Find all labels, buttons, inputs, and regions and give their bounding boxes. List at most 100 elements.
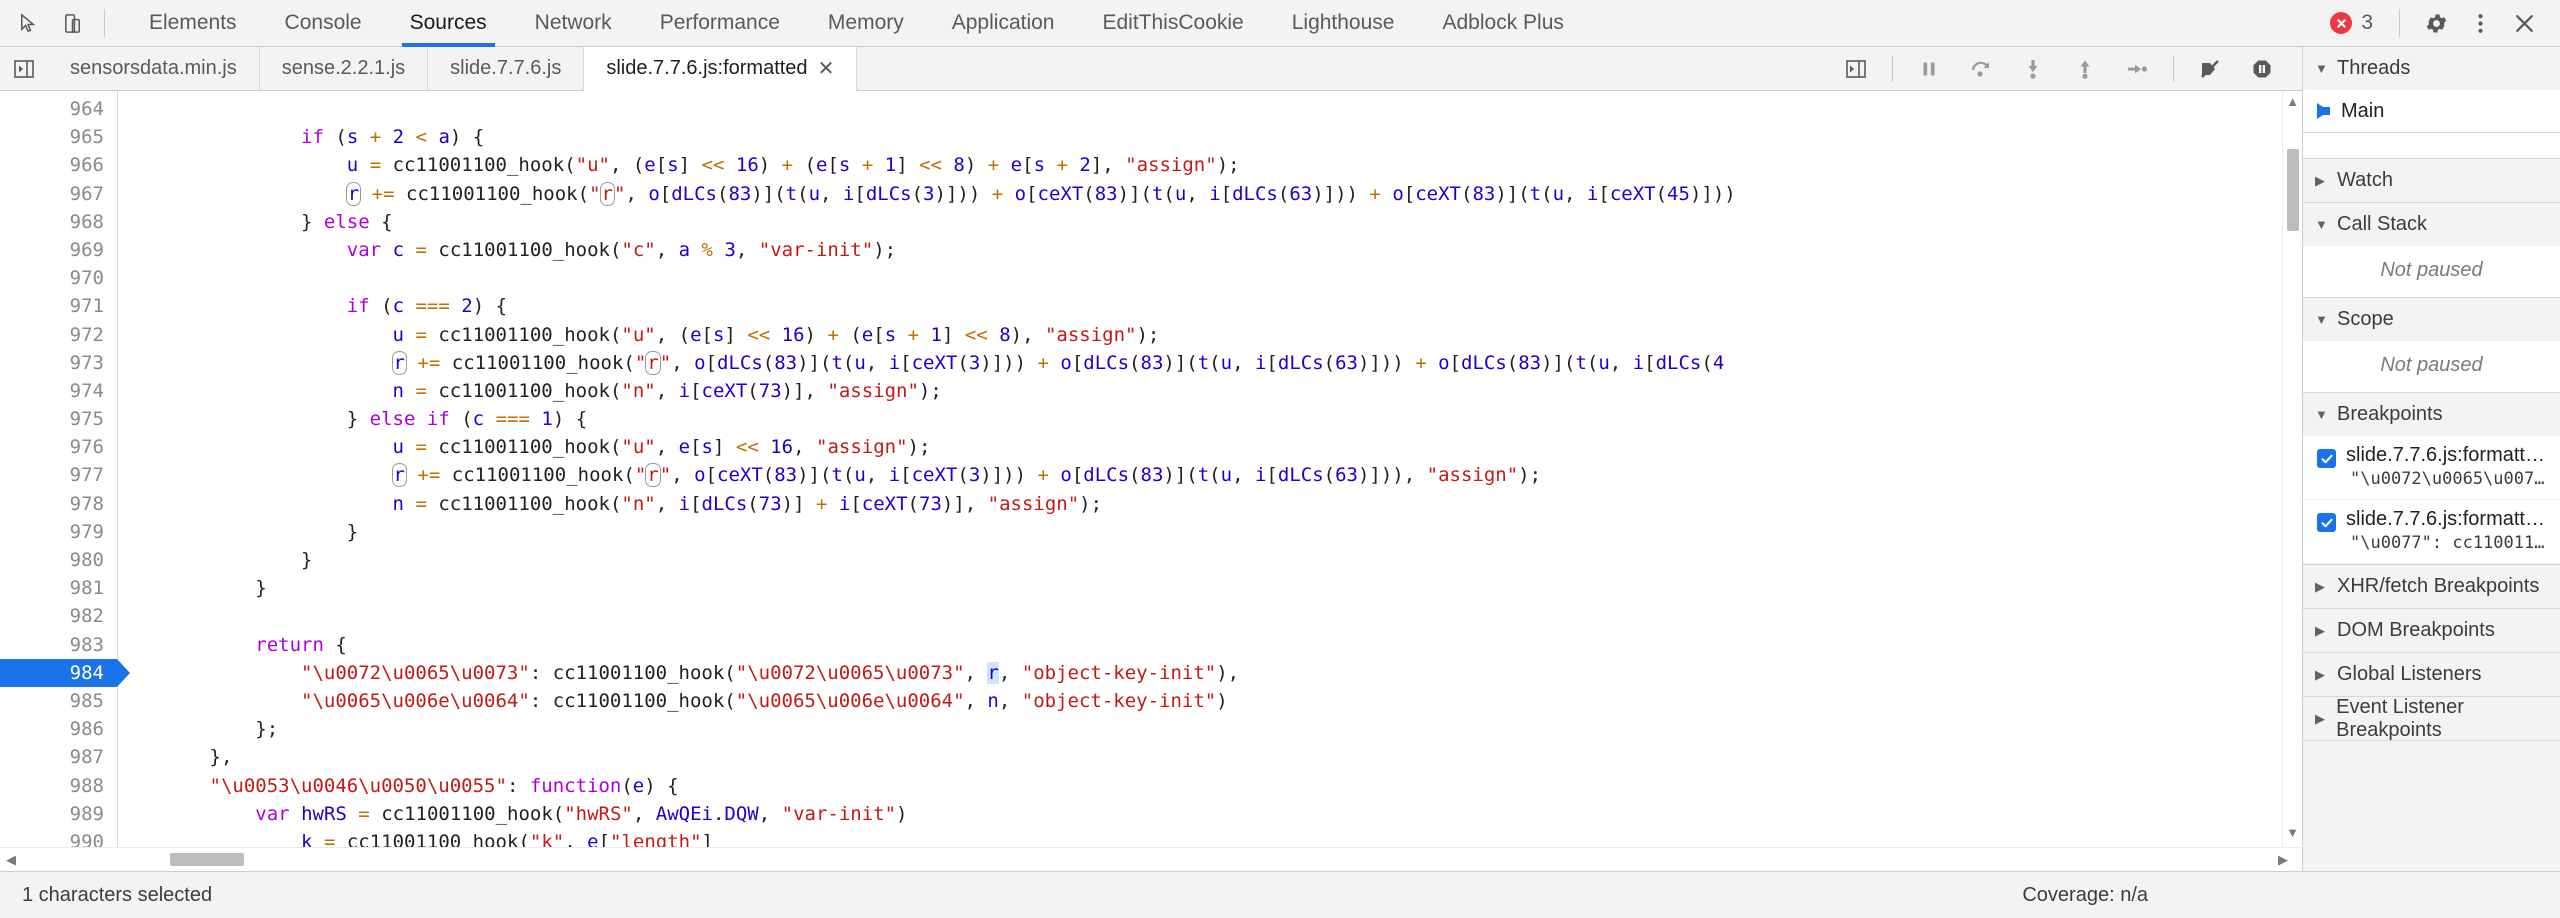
line-number[interactable]: 971 — [0, 292, 117, 320]
scroll-right-icon[interactable]: ▶ — [2272, 852, 2294, 868]
inspect-cursor-icon[interactable] — [6, 1, 50, 45]
line-number[interactable]: 976 — [0, 433, 117, 461]
coverage-status[interactable]: Coverage: n/a — [2022, 884, 2538, 907]
tab-performance[interactable]: Performance — [636, 0, 804, 47]
scroll-down-icon[interactable]: ▼ — [2286, 822, 2299, 843]
show-navigator-icon[interactable] — [0, 47, 48, 91]
file-tab-slide-formatted[interactable]: slide.7.7.6.js:formatted ✕ — [584, 46, 858, 91]
code-line[interactable] — [118, 95, 2282, 123]
line-number[interactable]: 973 — [0, 349, 117, 377]
close-icon[interactable]: ✕ — [818, 59, 835, 79]
tab-console[interactable]: Console — [261, 0, 386, 47]
code-line[interactable]: } — [118, 518, 2282, 546]
file-tab-sensorsdata[interactable]: sensorsdata.min.js — [48, 46, 260, 91]
code-line[interactable]: if (s + 2 < a) { — [118, 123, 2282, 151]
section-header-scope[interactable]: ▼ Scope — [2303, 298, 2560, 341]
code-line[interactable]: } else if (c === 1) { — [118, 405, 2282, 433]
editor-vertical-scrollbar[interactable]: ▲ ▼ — [2282, 91, 2302, 847]
line-number[interactable]: 967 — [0, 180, 117, 208]
breakpoint-checkbox[interactable] — [2317, 449, 2336, 468]
tab-editthiscookie[interactable]: EditThisCookie — [1078, 0, 1267, 47]
vertical-scroll-thumb[interactable] — [2287, 149, 2299, 231]
section-header-event-listener-breakpoints[interactable]: ▶ Event Listener Breakpoints — [2303, 696, 2560, 741]
tab-adblock-plus[interactable]: Adblock Plus — [1418, 0, 1587, 47]
code-editor[interactable]: 964 965 966 967 968 969 970 971 972 973 974 975 976 9… — [0, 91, 2302, 847]
section-header-threads[interactable]: ▼ Threads — [2303, 47, 2560, 90]
device-toggle-icon[interactable] — [50, 1, 94, 45]
section-header-xhr-fetch-breakpoints[interactable]: ▶ XHR/fetch Breakpoints — [2303, 565, 2560, 608]
error-count-badge[interactable]: 3 — [2330, 11, 2373, 35]
tab-network[interactable]: Network — [511, 0, 636, 47]
line-number[interactable]: 974 — [0, 377, 117, 405]
step-into-button[interactable] — [2007, 47, 2059, 91]
tab-sources[interactable]: Sources — [386, 0, 511, 47]
line-number[interactable]: 986 — [0, 715, 117, 743]
breakpoint-checkbox[interactable] — [2317, 513, 2336, 532]
code-line[interactable]: r += cc11001100_hook("r", o[ceXT(83)](t(… — [118, 461, 2282, 489]
step-button[interactable] — [2111, 47, 2163, 91]
code-line[interactable]: k = cc11001100_hook("k", e["length"] — [118, 828, 2282, 847]
line-number[interactable]: 983 — [0, 631, 117, 659]
code-line[interactable]: }; — [118, 715, 2282, 743]
line-number[interactable]: 968 — [0, 208, 117, 236]
scroll-left-icon[interactable]: ◀ — [0, 852, 22, 868]
code-line[interactable]: if (c === 2) { — [118, 292, 2282, 320]
code-line[interactable]: r += cc11001100_hook("r", o[dLCs(83)](t(… — [118, 349, 2282, 377]
line-number[interactable]: 985 — [0, 687, 117, 715]
close-icon[interactable] — [2502, 1, 2546, 45]
line-number[interactable]: 989 — [0, 800, 117, 828]
code-line[interactable]: u = cc11001100_hook("u", (e[s] << 16) + … — [118, 321, 2282, 349]
code-line[interactable]: u = cc11001100_hook("u", (e[s] << 16) + … — [118, 151, 2282, 179]
code-line[interactable]: var hwRS = cc11001100_hook("hwRS", AwQEi… — [118, 800, 2282, 828]
code-line[interactable]: u = cc11001100_hook("u", e[s] << 16, "as… — [118, 433, 2282, 461]
pause-script-execution-button[interactable] — [1903, 47, 1955, 91]
line-number[interactable]: 982 — [0, 602, 117, 630]
kebab-menu-icon[interactable] — [2458, 1, 2502, 45]
line-number[interactable]: 977 — [0, 461, 117, 489]
section-header-dom-breakpoints[interactable]: ▶ DOM Breakpoints — [2303, 609, 2560, 652]
line-number[interactable]: 981 — [0, 574, 117, 602]
code-line[interactable]: } else { — [118, 208, 2282, 236]
code-line[interactable]: "\u0065\u006e\u0064": cc11001100_hook("\… — [118, 687, 2282, 715]
line-number[interactable]: 978 — [0, 490, 117, 518]
line-number-gutter[interactable]: 964 965 966 967 968 969 970 971 972 973 974 975 976 9… — [0, 91, 130, 847]
line-number-current[interactable]: 984 — [0, 658, 130, 687]
file-tab-slide[interactable]: slide.7.7.6.js — [428, 46, 585, 91]
code-line[interactable]: }, — [118, 743, 2282, 771]
code-line[interactable]: n = cc11001100_hook("n", i[ceXT(73)], "a… — [118, 377, 2282, 405]
code-line[interactable] — [118, 264, 2282, 292]
code-line[interactable]: var c = cc11001100_hook("c", a % 3, "var… — [118, 236, 2282, 264]
code-content[interactable]: if (s + 2 < a) { u = cc11001100_hook("u"… — [118, 91, 2282, 847]
line-number[interactable]: 970 — [0, 264, 117, 292]
code-line[interactable]: "\u0072\u0065\u0073": cc11001100_hook("\… — [118, 659, 2282, 687]
line-number[interactable]: 980 — [0, 546, 117, 574]
line-number[interactable]: 966 — [0, 151, 117, 179]
step-out-button[interactable] — [2059, 47, 2111, 91]
code-line[interactable]: n = cc11001100_hook("n", i[dLCs(73)] + i… — [118, 490, 2282, 518]
line-number[interactable]: 987 — [0, 743, 117, 771]
tab-elements[interactable]: Elements — [125, 0, 261, 47]
section-header-breakpoints[interactable]: ▼ Breakpoints — [2303, 393, 2560, 436]
section-header-watch[interactable]: ▶ Watch — [2303, 159, 2560, 202]
breakpoint-item[interactable]: slide.7.7.6.js:formatted:9140 "\u0077": … — [2303, 500, 2560, 564]
code-line[interactable] — [118, 602, 2282, 630]
line-number[interactable]: 979 — [0, 518, 117, 546]
section-header-global-listeners[interactable]: ▶ Global Listeners — [2303, 653, 2560, 696]
deactivate-breakpoints-icon[interactable] — [2184, 47, 2236, 91]
tab-lighthouse[interactable]: Lighthouse — [1268, 0, 1419, 47]
line-number[interactable]: 972 — [0, 321, 117, 349]
pause-on-exceptions-icon[interactable] — [2236, 47, 2288, 91]
show-debugger-sidebar-icon[interactable] — [1830, 47, 1882, 91]
editor-horizontal-scrollbar[interactable]: ◀ ▶ — [0, 847, 2302, 871]
horizontal-scroll-thumb[interactable] — [170, 853, 244, 866]
tab-application[interactable]: Application — [928, 0, 1079, 47]
tab-memory[interactable]: Memory — [804, 0, 928, 47]
code-line[interactable]: r += cc11001100_hook("r", o[dLCs(83)](t(… — [118, 180, 2282, 208]
section-header-call-stack[interactable]: ▼ Call Stack — [2303, 203, 2560, 246]
code-line[interactable]: "\u0053\u0046\u0050\u0055": function(e) … — [118, 772, 2282, 800]
gear-icon[interactable] — [2414, 1, 2458, 45]
file-tab-sense[interactable]: sense.2.2.1.js — [260, 46, 429, 91]
breakpoint-item[interactable]: slide.7.7.6.js:formatted:984 "\u0072\u00… — [2303, 436, 2560, 500]
thread-item-main[interactable]: Main — [2303, 90, 2560, 132]
line-number[interactable]: 975 — [0, 405, 117, 433]
